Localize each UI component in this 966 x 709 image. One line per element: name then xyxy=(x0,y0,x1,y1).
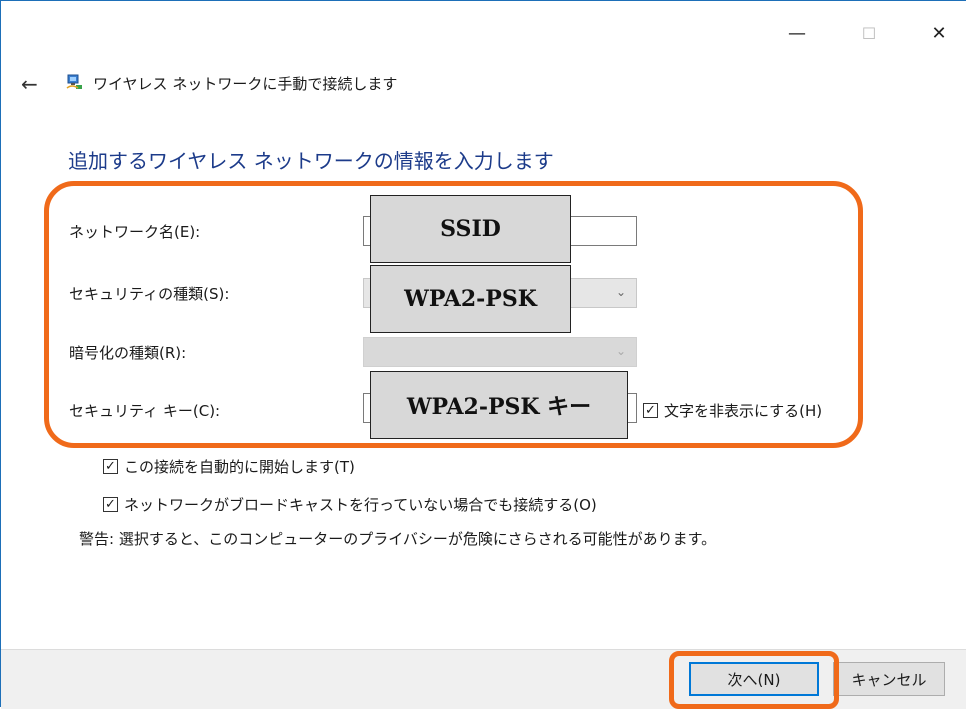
checkbox-check-icon: ✓ xyxy=(103,497,118,512)
window-title: ワイヤレス ネットワークに手動で接続します xyxy=(93,75,398,93)
privacy-warning: 警告: 選択すると、このコンピューターのプライバシーが危険にさらされる可能性があ… xyxy=(79,530,717,548)
close-icon: ✕ xyxy=(931,22,947,44)
maximize-icon: ☐ xyxy=(861,23,877,43)
form-highlight-frame xyxy=(44,181,863,448)
auto-connect-checkbox[interactable]: ✓ この接続を自動的に開始します(T) xyxy=(103,456,355,477)
minimize-button[interactable]: — xyxy=(777,15,817,51)
minimize-icon: — xyxy=(788,22,806,44)
back-arrow-icon: ← xyxy=(21,72,38,96)
back-button[interactable]: ← xyxy=(21,72,38,96)
page-heading: 追加するワイヤレス ネットワークの情報を入力します xyxy=(68,149,554,173)
next-button-highlight-frame xyxy=(669,651,839,709)
checkbox-check-icon: ✓ xyxy=(103,459,118,474)
close-button[interactable]: ✕ xyxy=(919,15,959,51)
network-icon xyxy=(66,74,82,89)
cancel-button[interactable]: キャンセル xyxy=(833,662,945,696)
auto-connect-label: この接続を自動的に開始します(T) xyxy=(124,458,355,476)
connect-hidden-checkbox[interactable]: ✓ ネットワークがブロードキャストを行っていない場合でも接続する(O) xyxy=(103,494,597,515)
maximize-button: ☐ xyxy=(849,15,889,51)
dialog-window: — ☐ ✕ ← ワイヤレス ネットワークに手動で接続します 追加するワイヤレス … xyxy=(0,0,966,709)
connect-hidden-label: ネットワークがブロードキャストを行っていない場合でも接続する(O) xyxy=(124,496,597,514)
